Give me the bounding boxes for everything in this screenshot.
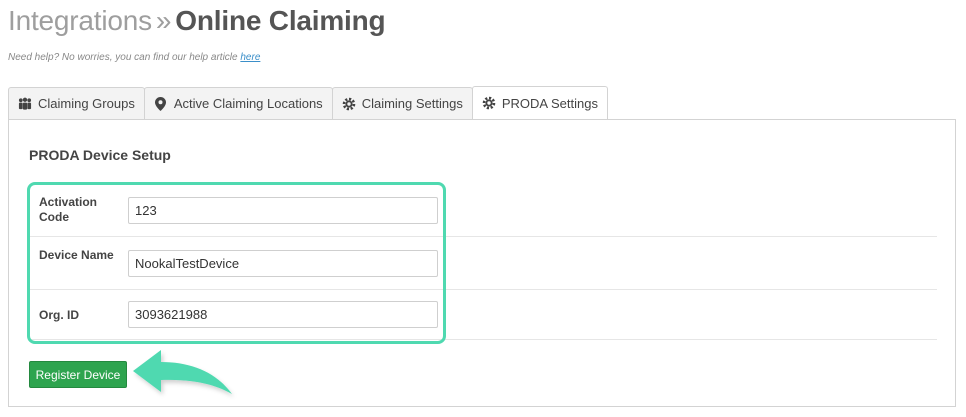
tab-label: PRODA Settings xyxy=(501,95,598,111)
help-article-link[interactable]: here xyxy=(240,52,260,63)
register-device-button[interactable]: Register Device xyxy=(29,361,127,388)
help-message: Need help? No worries, you can find our … xyxy=(8,52,241,63)
proda-settings-panel: PRODA Device Setup Activation Code Devic… xyxy=(8,119,956,407)
gear-icon xyxy=(482,96,496,110)
page-heading: Online Claiming xyxy=(175,5,386,36)
tab-label: Claiming Settings xyxy=(361,96,463,111)
tab-label: Active Claiming Locations xyxy=(173,96,323,111)
highlight-box xyxy=(27,182,446,344)
section-title: PRODA Device Setup xyxy=(29,147,171,163)
gear-icon xyxy=(342,97,356,111)
tab-active-claiming-locations[interactable]: Active Claiming Locations xyxy=(143,87,333,119)
tab-claiming-settings[interactable]: Claiming Settings xyxy=(331,87,473,119)
page-title: Integrations» Online Claiming xyxy=(8,4,386,38)
tab-label: Claiming Groups xyxy=(38,96,135,111)
help-text: Need help? No worries, you can find our … xyxy=(8,52,260,63)
group-icon xyxy=(18,97,32,111)
breadcrumb-separator: » xyxy=(155,5,172,36)
map-marker-icon xyxy=(154,96,168,111)
breadcrumb-integrations[interactable]: Integrations xyxy=(8,5,152,36)
tab-proda-settings[interactable]: PRODA Settings xyxy=(471,86,608,119)
tab-claiming-groups[interactable]: Claiming Groups xyxy=(8,87,145,119)
pointer-arrow-icon xyxy=(133,350,232,394)
tab-bar: Claiming Groups Active Claiming Location… xyxy=(8,86,608,119)
